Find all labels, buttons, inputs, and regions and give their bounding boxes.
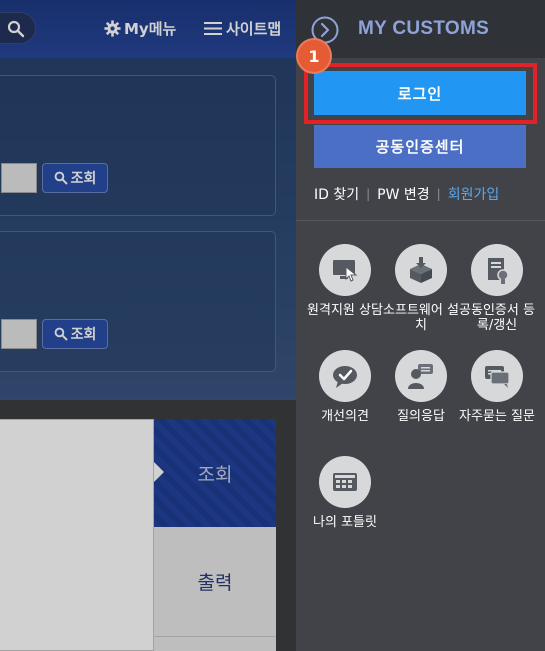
drawer-header: MY CUSTOMS xyxy=(296,0,545,58)
service-label: 원격지원 상담 xyxy=(307,303,383,318)
sitemap-label: 사이트맵 xyxy=(226,20,282,38)
main-page-background: My메뉴 사이트맵 조회 조회 조회 출력 xyxy=(0,0,296,651)
qna-icon xyxy=(395,350,447,402)
feedback-icon xyxy=(319,350,371,402)
software-install-icon xyxy=(395,244,447,296)
service-label: 소프트웨어 설치 xyxy=(383,303,459,333)
find-id-link[interactable]: ID 찾기 xyxy=(314,184,359,204)
tab-spacer xyxy=(154,637,276,651)
link-separator: | xyxy=(436,187,441,201)
faq-icon xyxy=(471,350,523,402)
lookup-button-label: 조회 xyxy=(70,171,97,187)
lookup-button-1[interactable]: 조회 xyxy=(42,163,108,193)
lookup-box-1: 조회 xyxy=(0,75,276,216)
top-bar: My메뉴 사이트맵 xyxy=(0,0,296,58)
tab-view-label: 조회 xyxy=(197,463,233,486)
service-label: 공동인증서 등록/갱신 xyxy=(459,303,535,333)
account-links: ID 찾기 | PW 변경 | 회원가입 xyxy=(314,184,499,204)
my-customs-drawer: MY CUSTOMS 로그인 1 공동인증센터 ID 찾기 | PW 변경 | … xyxy=(296,0,545,651)
search-icon xyxy=(54,327,68,341)
service-faq[interactable]: 자주묻는 질문 xyxy=(459,350,535,424)
service-label: 자주묻는 질문 xyxy=(459,409,535,424)
lookup-button-2[interactable]: 조회 xyxy=(42,319,108,349)
hamburger-icon xyxy=(204,22,222,35)
lookup-input-2[interactable] xyxy=(1,319,37,349)
lookup-input-1[interactable] xyxy=(1,163,37,193)
lookup-box-2: 조회 xyxy=(0,231,276,372)
cert-center-button[interactable]: 공동인증센터 xyxy=(314,125,526,168)
cert-center-label: 공동인증센터 xyxy=(375,138,465,156)
service-label: 질의응답 xyxy=(397,409,445,424)
content-white-panel xyxy=(0,419,154,651)
remote-support-icon xyxy=(319,244,371,296)
service-remote-support[interactable]: 원격지원 상담 xyxy=(307,244,383,318)
drawer-divider xyxy=(296,220,545,221)
gear-icon xyxy=(104,20,121,37)
active-tab-arrow xyxy=(154,462,164,482)
service-my-portlet[interactable]: 나의 포틀릿 xyxy=(307,456,383,530)
search-icon xyxy=(7,20,25,38)
link-separator: | xyxy=(366,187,371,201)
login-button[interactable]: 로그인 xyxy=(314,71,526,115)
service-feedback[interactable]: 개선의견 xyxy=(307,350,383,424)
tab-view[interactable]: 조회 xyxy=(154,419,276,527)
certificate-icon xyxy=(471,244,523,296)
sitemap-link[interactable]: 사이트맵 xyxy=(204,18,281,39)
my-menu-label: My메뉴 xyxy=(124,20,177,38)
login-button-label: 로그인 xyxy=(397,84,443,103)
service-label: 나의 포틀릿 xyxy=(313,515,377,530)
tab-print-label: 출력 xyxy=(197,572,233,594)
drawer-title: MY CUSTOMS xyxy=(358,18,490,39)
service-software-install[interactable]: 소프트웨어 설치 xyxy=(383,244,459,333)
signup-link[interactable]: 회원가입 xyxy=(448,184,500,204)
my-menu-link[interactable]: My메뉴 xyxy=(104,18,176,39)
service-label: 개선의견 xyxy=(321,409,369,424)
service-certificate[interactable]: 공동인증서 등록/갱신 xyxy=(459,244,535,333)
step-badge: 1 xyxy=(296,38,332,74)
step-number: 1 xyxy=(308,46,320,66)
change-pw-link[interactable]: PW 변경 xyxy=(377,184,430,204)
tab-print[interactable]: 출력 xyxy=(154,527,276,637)
service-qna[interactable]: 질의응답 xyxy=(383,350,459,424)
search-toggle[interactable] xyxy=(0,12,36,44)
lookup-button-label: 조회 xyxy=(70,327,97,343)
portlet-icon xyxy=(319,456,371,508)
search-icon xyxy=(54,171,68,185)
